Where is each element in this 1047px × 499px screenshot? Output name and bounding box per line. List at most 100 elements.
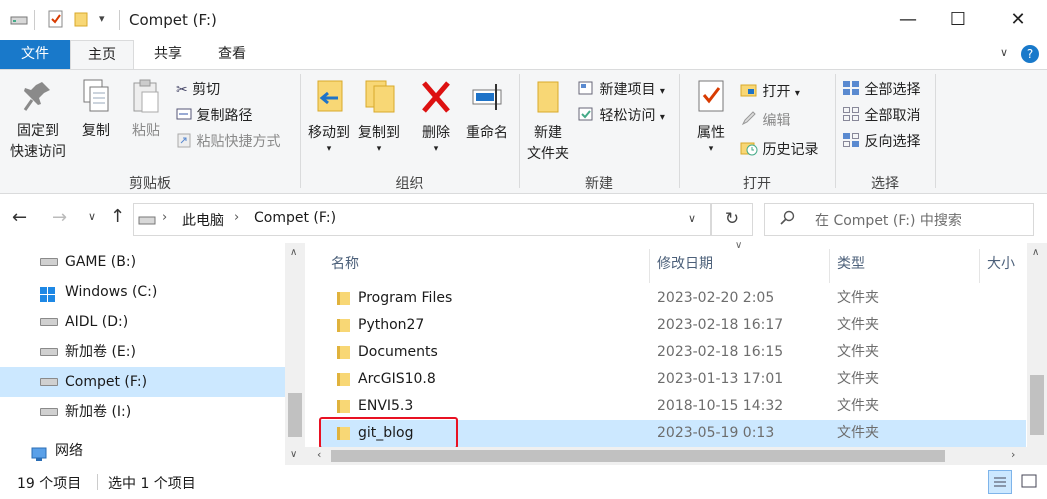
scroll-right-icon[interactable]: › [1011,448,1015,461]
file-name: Program Files [358,290,453,306]
refresh-icon[interactable]: ↻ [711,203,753,236]
minimize-button[interactable]: — [885,0,931,40]
open-button[interactable]: 打开 ▾ [740,81,800,102]
nav-item-compet-f[interactable]: Compet (F:) [0,367,285,397]
new-item-dropdown-icon: ▾ [659,86,665,97]
paste-shortcut-icon [176,132,192,152]
up-arrow-icon[interactable]: ↑ [110,206,125,227]
paste-shortcut-button[interactable]: 粘贴快捷方式 [176,131,280,152]
group-label-select: 选择 [871,176,899,192]
table-row[interactable]: ArcGIS10.8 2023-01-13 17:01 文件夹 [320,366,1026,393]
search-box[interactable]: 在 Compet (F:) 中搜索 [764,203,1034,236]
select-all-button[interactable]: 全部选择 [842,79,920,100]
open-label: 打开 [762,84,791,100]
group-separator [519,74,520,188]
column-header-name[interactable]: 名称 [331,253,359,273]
folder-icon [337,373,350,386]
back-arrow-icon[interactable]: ← [12,207,27,228]
nav-item-label: 新加卷 (I:) [65,404,132,420]
scroll-down-icon[interactable]: ∨ [290,449,297,460]
nav-item-volume-i[interactable]: 新加卷 (I:) [0,397,285,427]
tab-home[interactable]: 主页 [70,40,134,69]
drive-icon [138,214,156,230]
select-none-button[interactable]: 全部取消 [842,105,920,126]
scroll-up-icon[interactable]: ∧ [1032,247,1039,258]
nav-scrollbar[interactable]: ∧ ∨ [285,243,305,465]
scrollbar-thumb[interactable] [288,393,302,437]
nav-item-aidl-d[interactable]: AIDL (D:) [0,307,285,337]
customize-quick-access-icon[interactable]: ▾ [99,12,105,25]
nav-item-game-b[interactable]: GAME (B:) [0,247,285,277]
column-divider[interactable] [649,249,650,283]
copy-button[interactable]: 复制 [74,78,118,142]
nav-item-label: Windows (C:) [65,284,158,300]
scrollbar-thumb[interactable] [1030,375,1044,435]
file-list-scrollbar[interactable]: ∧ [1027,243,1047,465]
column-header-type[interactable]: 类型 [837,253,865,273]
history-button[interactable]: 历史记录 [740,139,818,160]
tab-share[interactable]: 共享 [138,40,198,69]
cut-button[interactable]: ✂ 剪切 [176,79,220,99]
breadcrumb-this-pc[interactable]: 此电脑 [182,210,224,230]
recent-locations-chevron-icon[interactable]: ∨ [88,210,96,223]
group-separator [679,74,680,188]
maximize-button[interactable]: ☐ [935,0,981,40]
horizontal-scrollbar[interactable]: ‹ › [305,447,1027,465]
address-bar[interactable]: › 此电脑 › Compet (F:) ∨ [133,203,711,236]
invert-selection-icon [842,132,860,152]
nav-item-volume-e[interactable]: 新加卷 (E:) [0,337,285,367]
paste-button[interactable]: 粘贴 [124,78,168,142]
move-to-button[interactable]: 移动到 ▾ [305,78,353,154]
column-header-size[interactable]: 大小 [987,253,1015,273]
help-icon[interactable]: ? [1021,45,1039,63]
breadcrumb-compet[interactable]: Compet (F:) [254,210,336,226]
large-icons-view-icon[interactable] [1018,470,1042,494]
column-divider[interactable] [829,249,830,283]
nav-item-network[interactable]: 网络 [0,436,285,466]
properties-quick-icon[interactable] [48,10,64,32]
rename-button[interactable]: 重命名 [462,78,512,144]
copy-label: 复制 [82,123,110,139]
invert-selection-button[interactable]: 反向选择 [842,131,920,152]
scroll-up-icon[interactable]: ∧ [290,247,297,258]
breadcrumb-chevron-icon[interactable]: › [234,210,239,225]
drive-icon [40,378,58,386]
tab-file[interactable]: 文件 [0,40,70,69]
scrollbar-thumb[interactable] [331,450,945,462]
pin-label-line1: 固定到 [17,123,59,139]
pin-quick-access-button[interactable]: 固定到 快速访问 [6,78,70,163]
invert-selection-label: 反向选择 [864,134,921,150]
file-list: ∨ 名称 修改日期 类型 大小 Program Files 2023-02-20… [305,240,1047,465]
new-folder-button[interactable]: 新建 文件夹 [523,78,573,165]
table-row[interactable]: Documents 2023-02-18 16:15 文件夹 [320,339,1026,366]
forward-arrow-icon[interactable]: → [52,207,67,228]
table-row[interactable]: Program Files 2023-02-20 2:05 文件夹 [320,285,1026,312]
file-date: 2023-02-20 2:05 [657,290,775,306]
column-header-date[interactable]: 修改日期 [657,253,713,273]
copy-path-button[interactable]: 复制路径 [176,105,252,125]
nav-item-windows-c[interactable]: Windows (C:) [0,277,285,307]
collapse-ribbon-icon[interactable]: ∨ [1000,46,1008,59]
delete-label: 删除 [422,125,450,141]
copy-to-button[interactable]: 复制到 ▾ [355,78,403,154]
scroll-left-icon[interactable]: ‹ [317,448,321,461]
table-row[interactable]: ENVI5.3 2018-10-15 14:32 文件夹 [320,393,1026,420]
details-view-icon[interactable] [988,470,1012,494]
table-row[interactable]: Python27 2023-02-18 16:17 文件夹 [320,312,1026,339]
close-button[interactable]: ✕ [995,0,1041,40]
drive-icon[interactable] [10,14,28,30]
ribbon-tabs: 文件 主页 共享 查看 ∨ ? [0,40,1047,69]
delete-button[interactable]: 删除 ▾ [416,78,456,154]
breadcrumb-chevron-icon[interactable]: › [162,210,167,225]
window-title: Compet (F:) [129,11,217,29]
address-dropdown-icon[interactable]: ∨ [688,212,696,225]
edit-button[interactable]: 编辑 [740,110,790,131]
tab-view[interactable]: 查看 [202,40,262,69]
column-divider[interactable] [979,249,980,283]
folder-quick-icon[interactable] [74,11,88,31]
easy-access-button[interactable]: 轻松访问 ▾ [577,105,665,126]
paste-icon [133,79,159,113]
nav-item-label: 新加卷 (E:) [65,344,136,360]
new-item-button[interactable]: 新建项目 ▾ [577,79,665,100]
properties-button[interactable]: 属性 ▾ [688,78,734,154]
